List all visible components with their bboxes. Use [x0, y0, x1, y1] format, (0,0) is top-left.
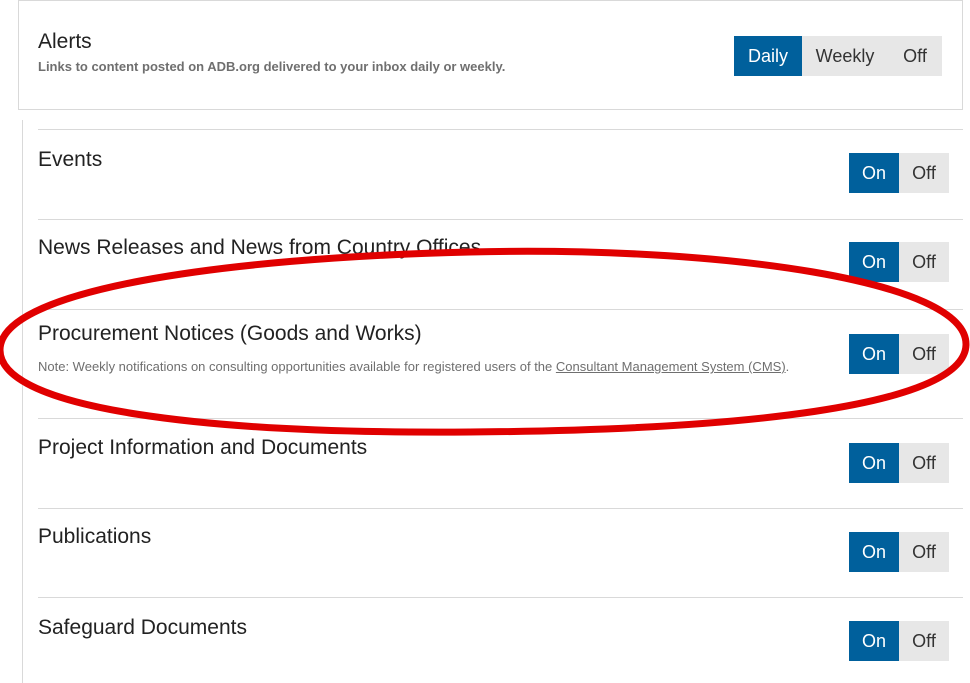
subscription-list-border [22, 120, 23, 683]
toggle-procurement[interactable]: On Off [849, 334, 949, 374]
alerts-panel-border-right [962, 0, 963, 110]
procurement-note-suffix: . [785, 359, 790, 374]
toggle-on-button[interactable]: On [849, 532, 899, 572]
alerts-subtitle: Links to content posted on ADB.org deliv… [38, 59, 506, 74]
cms-link[interactable]: Consultant Management System (CMS) [556, 359, 786, 374]
toggle-on-button[interactable]: On [849, 153, 899, 193]
toggle-off-button[interactable]: Off [899, 242, 949, 282]
alerts-title: Alerts [38, 30, 92, 53]
toggle-news[interactable]: On Off [849, 242, 949, 282]
frequency-option-weekly[interactable]: Weekly [802, 36, 888, 76]
toggle-on-button[interactable]: On [849, 334, 899, 374]
row-divider [38, 508, 963, 509]
toggle-off-button[interactable]: Off [899, 532, 949, 572]
toggle-off-button[interactable]: Off [899, 443, 949, 483]
subscription-title-project-information: Project Information and Documents [38, 436, 368, 459]
toggle-off-button[interactable]: Off [899, 153, 949, 193]
toggle-on-button[interactable]: On [849, 621, 899, 661]
row-divider [38, 129, 963, 130]
alerts-panel-border-bottom [18, 109, 963, 110]
toggle-off-button[interactable]: Off [899, 621, 949, 661]
frequency-option-off[interactable]: Off [888, 36, 942, 76]
subscription-title-news: News Releases and News from Country Offi… [38, 236, 482, 259]
alerts-frequency-toggle[interactable]: Daily Weekly Off [734, 36, 942, 76]
toggle-off-button[interactable]: Off [899, 334, 949, 374]
toggle-events[interactable]: On Off [849, 153, 949, 193]
toggle-publications[interactable]: On Off [849, 532, 949, 572]
row-divider [38, 309, 963, 310]
procurement-note-text: Note: Weekly notifications on consulting… [38, 359, 556, 374]
procurement-note: Note: Weekly notifications on consulting… [38, 354, 798, 380]
toggle-project-information[interactable]: On Off [849, 443, 949, 483]
toggle-on-button[interactable]: On [849, 242, 899, 282]
alerts-panel-border-left [18, 0, 19, 110]
frequency-option-daily[interactable]: Daily [734, 36, 802, 76]
subscription-title-safeguard-documents: Safeguard Documents [38, 616, 247, 639]
row-divider [38, 597, 963, 598]
alerts-panel-border-top [18, 0, 963, 1]
row-divider [38, 418, 963, 419]
toggle-safeguard-documents[interactable]: On Off [849, 621, 949, 661]
subscription-title-procurement: Procurement Notices (Goods and Works) [38, 322, 422, 345]
row-divider [38, 219, 963, 220]
subscription-title-events: Events [38, 148, 103, 171]
subscription-title-publications: Publications [38, 525, 152, 548]
toggle-on-button[interactable]: On [849, 443, 899, 483]
